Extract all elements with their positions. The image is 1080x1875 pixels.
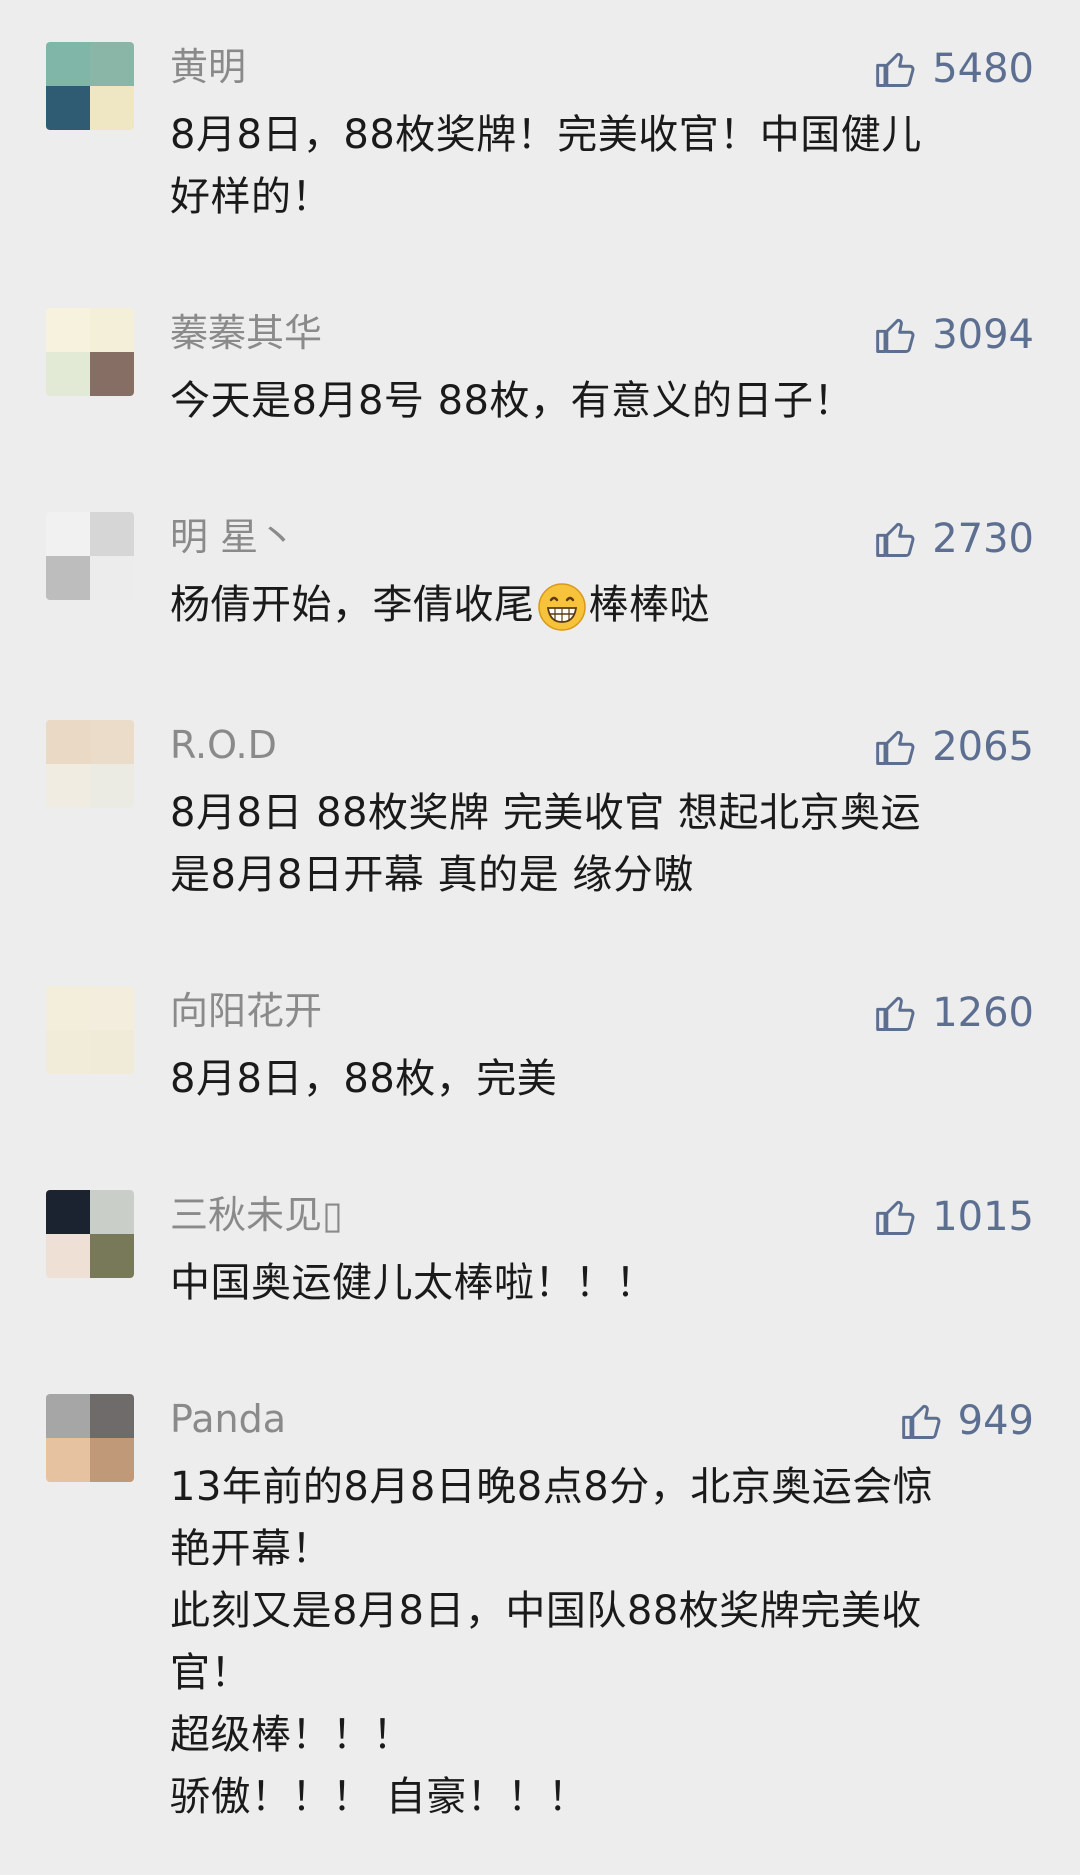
comment-line: 骄傲！！！ 自豪！！！ (170, 1774, 589, 1820)
thumbs-up-icon (876, 730, 915, 765)
thumbs-up-icon (876, 996, 915, 1031)
like-button[interactable]: 949 (900, 1394, 1034, 1448)
comment-line: 是8月8日开幕 真的是 缘分嗷 (170, 852, 694, 898)
avatar[interactable] (46, 512, 134, 600)
thumbs-up-icon (901, 1404, 941, 1439)
like-count: 5480 (932, 46, 1034, 92)
like-count: 2730 (932, 516, 1034, 562)
comment-text: 杨倩开始，李倩收尾 棒棒哒 (170, 574, 1040, 636)
like-button[interactable]: 1260 (874, 986, 1034, 1040)
avatar[interactable] (46, 1190, 134, 1278)
commenter-name[interactable]: R.O.D (170, 720, 277, 770)
comment-text: 8月8日，88枚，完美 (170, 1048, 1040, 1110)
thumbs-up-icon (876, 318, 915, 353)
comment-line: 艳开幕！ (170, 1526, 332, 1572)
commenter-name[interactable]: 蓁蓁其华 (170, 308, 322, 358)
comment-text: 13年前的8月8日晚8点8分，北京奥运会惊 艳开幕！ 此刻又是8月8日，中国队8… (170, 1456, 1040, 1828)
comment-line: 好样的！ (170, 174, 332, 220)
commenter-name[interactable]: 三秋未见▯ (170, 1190, 343, 1240)
comment-line: 8月8日，88枚奖牌！完美收官！中国健儿 (170, 112, 922, 158)
comment-line: 棒棒哒 (588, 582, 710, 628)
like-count: 1260 (932, 990, 1034, 1036)
avatar[interactable] (46, 986, 134, 1074)
comment-line: 今天是8月8号 88枚，有意义的日子！ (170, 378, 855, 424)
commenter-name[interactable]: 明 星丶 (170, 512, 296, 562)
like-button[interactable]: 2730 (874, 512, 1034, 566)
like-button[interactable]: 2065 (874, 720, 1034, 774)
comment-line: 此刻又是8月8日，中国队88枚奖牌完美收 (170, 1588, 922, 1634)
commenter-name[interactable]: 向阳花开 (170, 986, 322, 1036)
avatar[interactable] (46, 308, 134, 396)
comment-text: 今天是8月8号 88枚，有意义的日子！ (170, 370, 1040, 432)
like-button[interactable]: 1015 (874, 1190, 1034, 1244)
like-count: 1015 (932, 1194, 1034, 1240)
avatar[interactable] (46, 720, 134, 808)
comment-line: 8月8日，88枚，完美 (170, 1056, 558, 1102)
commenter-name[interactable]: 黄明 (170, 42, 246, 92)
comment-line: 杨倩开始，李倩收尾 (170, 582, 535, 628)
avatar[interactable] (46, 42, 134, 130)
comment-line: 中国奥运健儿太棒啦！！！ (170, 1260, 656, 1306)
comment-line: 8月8日 88枚奖牌 完美收官 想起北京奥运 (170, 790, 921, 836)
comment-text: 8月8日 88枚奖牌 完美收官 想起北京奥运 是8月8日开幕 真的是 缘分嗷 (170, 782, 1040, 906)
like-count: 3094 (932, 312, 1034, 358)
avatar[interactable] (46, 1394, 134, 1482)
like-button[interactable]: 3094 (874, 308, 1034, 362)
like-count: 2065 (932, 724, 1034, 770)
comment-text: 8月8日，88枚奖牌！完美收官！中国健儿 好样的！ (170, 104, 1040, 228)
thumbs-up-icon (876, 1200, 915, 1235)
thumbs-up-icon (876, 52, 915, 87)
comment-line: 超级棒！！！ (170, 1712, 413, 1758)
commenter-name[interactable]: Panda (170, 1394, 286, 1444)
comment-text: 中国奥运健儿太棒啦！！！ (170, 1252, 1040, 1314)
comment-line: 13年前的8月8日晚8点8分，北京奥运会惊 (170, 1464, 934, 1510)
like-count: 949 (957, 1398, 1034, 1444)
grinning-face-emoji-icon (537, 583, 586, 631)
like-button[interactable]: 5480 (874, 42, 1034, 96)
thumbs-up-icon (876, 522, 915, 557)
comment-line: 官！ (170, 1650, 251, 1696)
